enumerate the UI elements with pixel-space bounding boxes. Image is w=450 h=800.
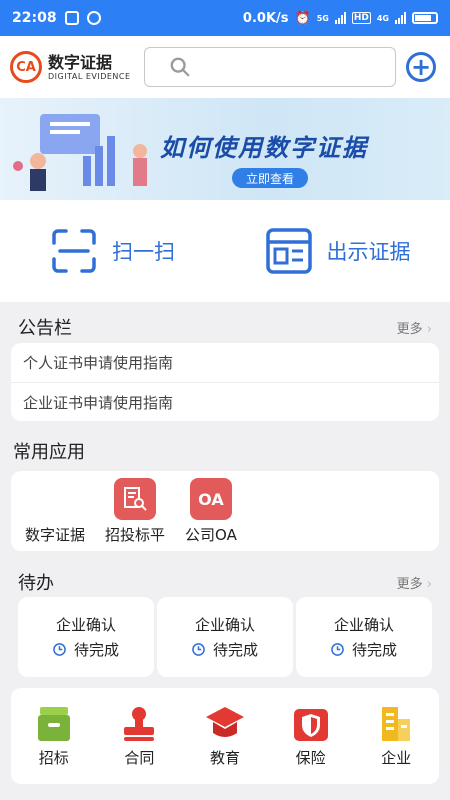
promo-banner[interactable]: 如何使用数字证据 立即查看 [0,98,450,200]
banner-cta-button[interactable]: 立即查看 [232,168,308,188]
show-evidence-label: 出示证据 [326,240,411,264]
app-header: CA 数字证据 DIGITAL EVIDENCE + [0,36,450,98]
todo-item[interactable]: 企业确认 待完成 [296,597,432,677]
archive-icon [37,706,70,741]
logo-subtitle: DIGITAL EVIDENCE [48,71,131,81]
stamp-icon [124,706,155,741]
app-logo: CA 数字证据 DIGITAL EVIDENCE [10,51,140,83]
category-enterprise[interactable]: 企业 [353,705,439,768]
todo-item-title: 企业确认 [194,616,255,634]
category-education[interactable]: 教育 [182,705,268,768]
clock-icon [53,643,66,656]
alarm-icon: ⏰ [294,10,311,26]
todo-title: 待办 [18,573,54,594]
building-icon [382,706,411,741]
network-speed: 0.0K/s [242,10,289,26]
scan-label: 扫一扫 [112,240,175,264]
app-digital-evidence[interactable]: 数字证据 [25,524,85,545]
sync-notification-icon [86,11,101,25]
todo-item-status: 待完成 [331,639,397,660]
search-input[interactable] [144,47,396,87]
show-evidence-button[interactable]: 出示证据 [225,227,450,275]
notice-title: 公告栏 [18,318,72,339]
hd-badge: HD [351,12,371,24]
oa-icon: OA [189,478,232,520]
list-item[interactable]: 企业证书申请使用指南 [11,382,439,421]
add-button[interactable]: + [406,52,436,82]
category-label: 保险 [295,748,326,767]
category-grid: 招标 合同 教育 保险 企业 [11,688,439,784]
search-icon [170,57,190,77]
network-4g-label: 4G [376,13,389,23]
app-company-oa[interactable]: OA 公司OA [185,478,237,545]
todo-item-status: 待完成 [192,639,258,660]
app-bidding-platform[interactable]: 招投标平 [105,478,165,545]
scan-icon [52,229,96,273]
apps-grid: 数字证据 招投标平 OA 公司OA [11,471,439,551]
todo-item-title: 企业确认 [55,616,116,634]
battery-icon [412,12,438,24]
list-item[interactable]: 个人证书申请使用指南 [11,343,439,382]
banner-illustration [13,114,147,191]
chevron-right-icon: › [426,576,432,592]
logo-title: 数字证据 [48,52,113,72]
todo-item[interactable]: 企业确认 待完成 [157,597,293,677]
quick-actions: 扫一扫 出示证据 [0,200,450,302]
status-time: 22:08 [12,10,57,26]
notice-list: 个人证书申请使用指南 企业证书申请使用指南 [11,343,439,421]
banner-title: 如何使用数字证据 [160,134,368,162]
network-5g-label: 5G [316,13,329,23]
app-label: 公司OA [185,526,237,544]
document-search-icon [114,478,157,520]
category-insurance[interactable]: 保险 [268,705,354,768]
todo-item-status: 待完成 [53,639,119,660]
category-contract[interactable]: 合同 [97,705,183,768]
app-label: 招投标平 [105,526,166,544]
app-notification-icon [64,11,79,25]
todo-item[interactable]: 企业确认 待完成 [18,597,154,677]
notice-more-link[interactable]: 更多 › [397,318,432,337]
chevron-right-icon: › [426,321,432,337]
notice-header: 公告栏 更多 › [18,314,432,340]
category-label: 合同 [124,748,155,767]
graduation-cap-icon [205,706,244,737]
shield-icon [293,708,328,741]
scan-button[interactable]: 扫一扫 [0,227,225,275]
clock-icon [192,643,205,656]
logo-mark: CA [10,51,42,83]
todo-more-link[interactable]: 更多 › [397,573,432,592]
todo-header: 待办 更多 › [18,569,432,595]
clock-icon [331,643,344,656]
category-label: 教育 [209,748,240,767]
signal-icon [334,12,346,24]
category-label: 企业 [381,748,412,767]
id-card-icon [265,228,312,274]
signal-icon-2 [395,12,406,24]
category-bidding[interactable]: 招标 [11,705,97,768]
todo-item-title: 企业确认 [333,616,394,634]
status-bar: 22:08 0.0K/s ⏰ 5G HD 4G [0,0,450,36]
app-label: 数字证据 [25,526,86,544]
plus-circle-icon: + [410,53,432,81]
category-label: 招标 [38,748,69,767]
apps-title: 常用应用 [13,442,85,463]
